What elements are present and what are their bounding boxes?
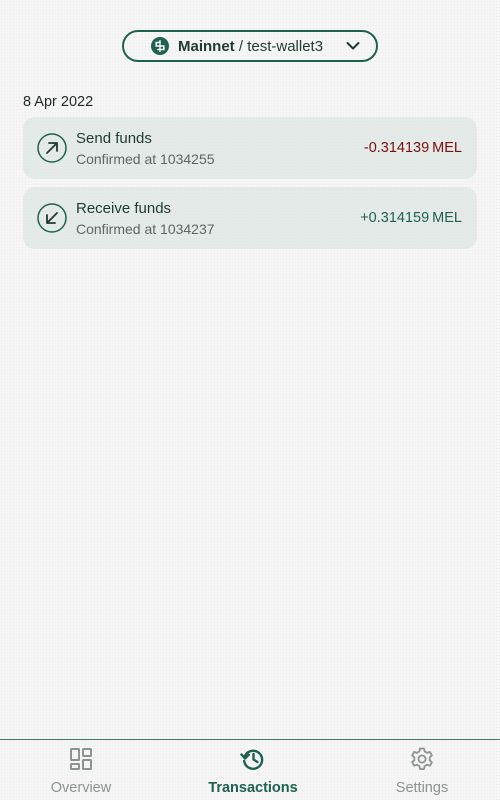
nav-settings[interactable]: Settings (372, 740, 472, 800)
mel-logo-icon (151, 37, 169, 55)
transaction-item-receive[interactable]: Receive funds Confirmed at 1034237 +0.31… (23, 187, 477, 249)
nav-overview-label: Overview (50, 780, 112, 796)
nav-transactions-label: Transactions (208, 780, 298, 796)
transaction-amount: -0.314139 MEL (364, 140, 462, 156)
transaction-amount: +0.314159 MEL (360, 210, 462, 226)
bottom-navigation: Overview Transactions Settings (0, 739, 500, 800)
nav-overview[interactable]: Overview (30, 740, 132, 800)
arrow-up-right-icon (37, 133, 67, 163)
wallet-name: test-wallet3 (247, 38, 324, 55)
gear-icon (411, 747, 433, 770)
amount-value: +0.314159 (360, 210, 430, 226)
transaction-status: Confirmed at 1034237 (76, 221, 215, 237)
network-wallet-label: Mainnet / test-wallet3 (178, 38, 323, 55)
history-icon (240, 749, 264, 770)
transaction-status: Confirmed at 1034255 (76, 151, 215, 167)
date-header: 8 Apr 2022 (23, 94, 94, 110)
network-wallet-selector[interactable]: Mainnet / test-wallet3 (122, 30, 378, 62)
transaction-title: Send funds (76, 130, 152, 147)
transaction-title: Receive funds (76, 200, 172, 217)
nav-settings-label: Settings (395, 780, 449, 796)
arrow-down-left-icon (37, 203, 67, 233)
transaction-item-send[interactable]: Send funds Confirmed at 1034255 -0.31413… (23, 117, 477, 179)
network-name: Mainnet (178, 38, 235, 55)
chevron-down-icon (346, 42, 360, 50)
nav-transactions[interactable]: Transactions (198, 740, 308, 800)
amount-value: -0.314139 (363, 140, 430, 156)
dashboard-icon (70, 748, 92, 770)
amount-unit: MEL (432, 140, 462, 156)
amount-unit: MEL (432, 210, 462, 226)
network-separator: / (234, 38, 248, 55)
